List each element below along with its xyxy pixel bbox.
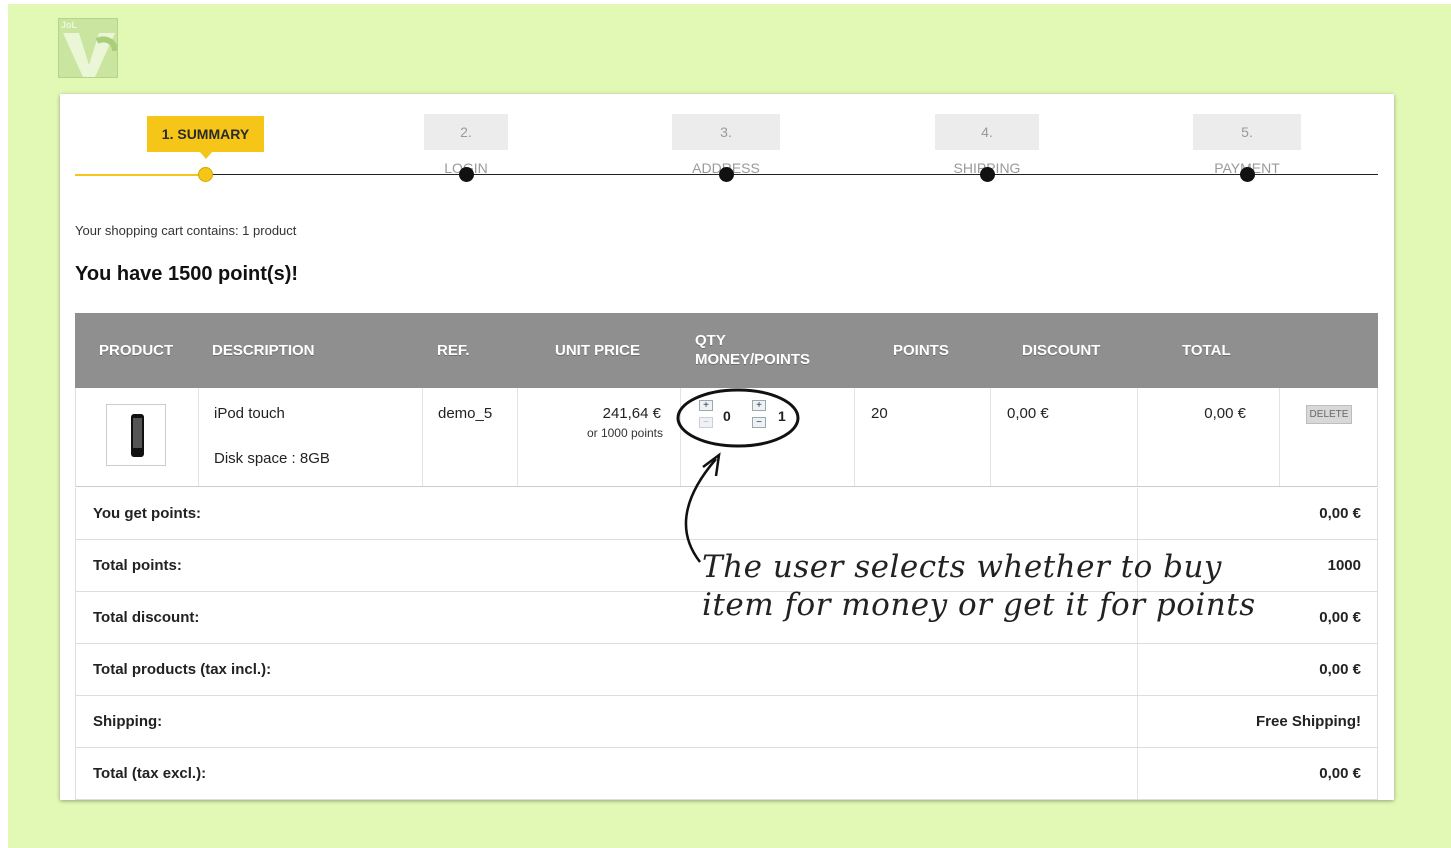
- step-caret: [199, 152, 212, 159]
- column-divider: [1137, 388, 1138, 486]
- delete-button[interactable]: DELETE: [1306, 405, 1352, 424]
- annotation-text: The user selects whether to buy item for…: [702, 548, 1256, 624]
- col-ref: REF.: [437, 342, 470, 359]
- step-dot-address: [719, 167, 734, 182]
- step-summary[interactable]: 1. SUMMARY: [147, 116, 264, 159]
- column-divider: [1137, 644, 1138, 695]
- col-description: DESCRIPTION: [212, 342, 315, 359]
- summary-value: 0,00 €: [1319, 765, 1361, 782]
- product-name[interactable]: iPod touch: [214, 405, 285, 422]
- step-dot-payment: [1240, 167, 1255, 182]
- table-row: iPod touch Disk space : 8GB demo_5 241,6…: [75, 388, 1378, 487]
- step-dot-summary: [198, 167, 213, 182]
- col-qty-mode: MONEY/POINTS: [695, 351, 811, 368]
- column-divider: [1137, 696, 1138, 747]
- unit-price: 241,64 €: [602, 405, 661, 422]
- col-unit-price: UNIT PRICE: [555, 342, 641, 359]
- col-qty: QTY: [695, 332, 726, 349]
- checkout-panel: 1. SUMMARY 2. LOGIN 3. ADDRESS 4. SHIPPI…: [60, 94, 1394, 800]
- qty-money-minus-button[interactable]: −: [699, 417, 713, 428]
- summary-value: 1000: [1327, 557, 1361, 574]
- column-divider: [680, 388, 681, 486]
- column-divider: [1137, 488, 1138, 539]
- summary-label: Total (tax excl.):: [93, 765, 207, 782]
- step-shipping[interactable]: 4. SHIPPING: [935, 114, 1039, 176]
- product-thumbnail[interactable]: [106, 404, 166, 466]
- column-divider: [517, 388, 518, 486]
- column-divider: [1137, 748, 1138, 799]
- qty-points-minus-button[interactable]: −: [752, 417, 766, 428]
- site-logo[interactable]: JoL: [58, 18, 118, 78]
- column-divider: [198, 388, 199, 486]
- svg-text:JoL: JoL: [61, 20, 78, 30]
- qty-points-plus-button[interactable]: +: [752, 400, 766, 411]
- summary-label: Total points:: [93, 557, 182, 574]
- cart-summary-text: Your shopping cart contains: 1 product: [75, 223, 297, 238]
- col-product: PRODUCT: [99, 342, 174, 359]
- summary-label: Total discount:: [93, 609, 200, 626]
- points-balance: You have 1500 point(s)!: [75, 263, 299, 285]
- col-total: TOTAL: [1182, 342, 1231, 359]
- product-discount: 0,00 €: [1007, 405, 1049, 422]
- col-discount: DISCOUNT: [1022, 342, 1101, 359]
- summary-value: 0,00 €: [1319, 661, 1361, 678]
- product-attribute: Disk space : 8GB: [214, 450, 330, 467]
- step-dot-login: [459, 167, 474, 182]
- column-divider: [854, 388, 855, 486]
- summary-row-points-earned: You get points: 0,00 €: [75, 488, 1378, 540]
- annotation-line-1: The user selects whether to buy: [702, 549, 1222, 585]
- unit-price-points: or 1000 points: [586, 426, 663, 440]
- qty-points-value: 1: [778, 408, 786, 424]
- summary-value: 0,00 €: [1319, 505, 1361, 522]
- summary-label: Total products (tax incl.):: [93, 661, 272, 678]
- summary-value: 0,00 €: [1319, 609, 1361, 626]
- step-address[interactable]: 3. ADDRESS: [672, 114, 780, 176]
- summary-row-shipping: Shipping: Free Shipping!: [75, 696, 1378, 748]
- product-ref: demo_5: [438, 405, 493, 422]
- summary-value: Free Shipping!: [1256, 713, 1361, 730]
- step-payment[interactable]: 5. PAYMENT: [1193, 114, 1301, 176]
- column-divider: [422, 388, 423, 486]
- qty-money-plus-button[interactable]: +: [699, 400, 713, 411]
- annotation-line-2: item for money or get it for points: [702, 587, 1256, 623]
- step-login[interactable]: 2. LOGIN: [424, 114, 508, 176]
- step-summary-label: 1. SUMMARY: [161, 126, 250, 142]
- progress-line-done: [75, 174, 205, 176]
- summary-label: You get points:: [93, 505, 202, 522]
- summary-row-total-tax-excl: Total (tax excl.): 0,00 €: [75, 748, 1378, 800]
- summary-row-total-products: Total products (tax incl.): 0,00 €: [75, 644, 1378, 696]
- ipod-image: [131, 414, 144, 457]
- column-divider: [1279, 388, 1280, 486]
- qty-money-value: 0: [723, 408, 731, 424]
- summary-label: Shipping:: [93, 713, 163, 730]
- cart-table-header: PRODUCT DESCRIPTION REF. UNIT PRICE QTY …: [75, 313, 1378, 388]
- step-dot-shipping: [980, 167, 995, 182]
- product-points: 20: [871, 405, 888, 422]
- product-total: 0,00 €: [1204, 405, 1246, 422]
- col-points: POINTS: [893, 342, 949, 359]
- column-divider: [990, 388, 991, 486]
